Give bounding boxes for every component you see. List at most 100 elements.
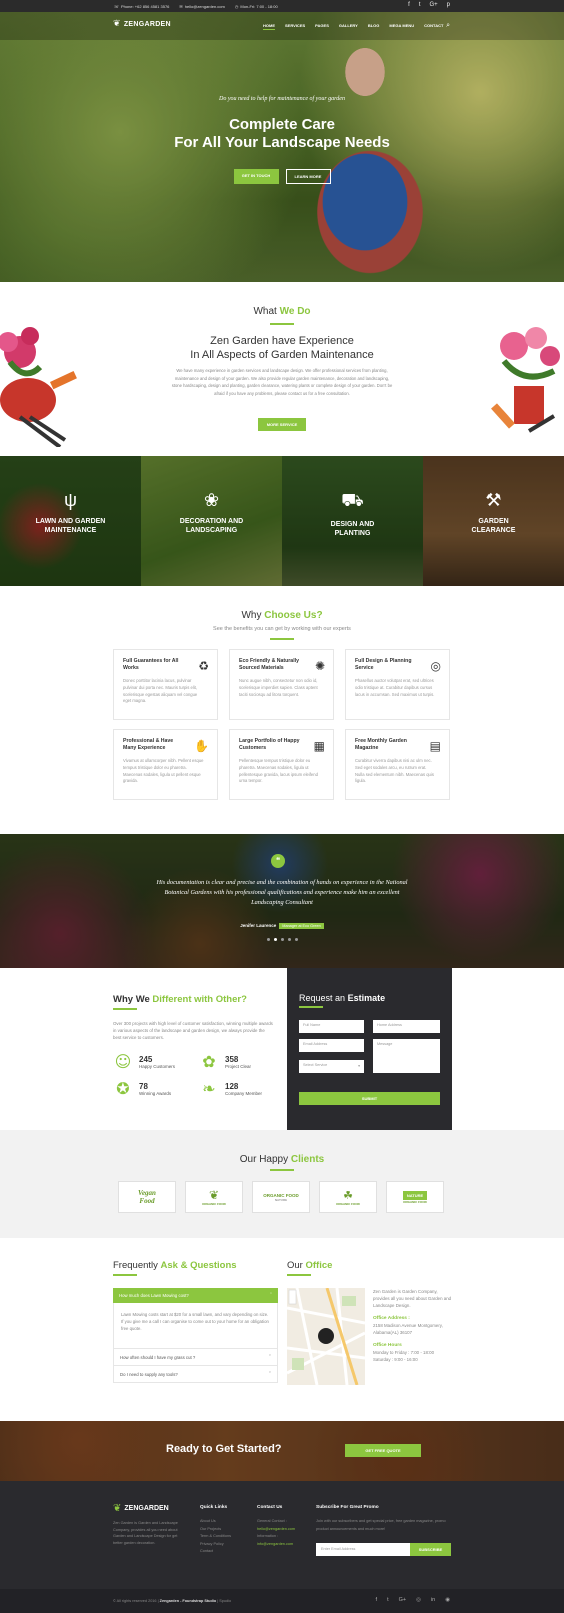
home-address-field[interactable]: Home Address xyxy=(373,1020,440,1033)
client-logo-vegan-food[interactable]: Vegan Food xyxy=(118,1181,176,1213)
faq-question[interactable]: How often should I have my grass cut ? ˅ xyxy=(113,1349,278,1366)
site-logo[interactable]: ❦ ZENGARDEN xyxy=(113,19,171,29)
main-nav: ❦ ZENGARDEN HOME SERVICES PAGES GALLERY … xyxy=(0,12,564,40)
nav-item-contact[interactable]: CONTACT xyxy=(424,23,443,30)
office-title: Our Office xyxy=(287,1260,333,1271)
faq-question[interactable]: Do I need to supply any tools? ˅ xyxy=(113,1366,278,1383)
stat-project-clear: ✿ 358 Project Clear xyxy=(199,1052,285,1071)
facebook-icon[interactable]: f xyxy=(408,2,410,8)
slider-dot[interactable] xyxy=(294,938,298,941)
email-field[interactable]: Email Address xyxy=(299,1039,364,1052)
chevron-up-icon: ˄ xyxy=(269,1293,272,1298)
nav-item-gallery[interactable]: GALLERY xyxy=(339,23,358,30)
quick-links: Quick Links About Us Our Projects Term &… xyxy=(200,1505,231,1556)
more-service-button[interactable]: MORE SERVICE xyxy=(258,418,306,431)
service-garden-clearance[interactable]: ⚒ GARDEN CLEARANCE xyxy=(423,456,564,586)
office-map[interactable] xyxy=(287,1288,365,1385)
recycle-icon: ♻ xyxy=(198,659,209,673)
sprout-icon: ❀ xyxy=(203,490,220,510)
office-hours-label: Office Hours xyxy=(373,1343,402,1348)
section-text: Over 300 projects with high level of cus… xyxy=(113,1021,273,1040)
hero-tagline: Do you need to help for maintenance of y… xyxy=(219,96,345,102)
title-underline xyxy=(270,1169,294,1171)
feature-card: Eco Friendly & Naturally Sourced Materia… xyxy=(229,649,334,720)
title-underline xyxy=(287,1274,311,1276)
newsletter-email-input[interactable]: Enter Email Address xyxy=(316,1543,410,1556)
wheelbarrow-icon: ⛟ xyxy=(341,490,364,510)
service-decoration-landscaping[interactable]: ❀ DECORATION AND LANDSCAPING xyxy=(141,456,282,586)
google-plus-icon[interactable]: G+ xyxy=(399,1597,407,1603)
footer-link-contact[interactable]: Contact xyxy=(200,1548,231,1556)
nav-item-services[interactable]: SERVICES xyxy=(285,23,305,30)
author-role-badge: Manager at Eco Green xyxy=(279,923,324,929)
client-logo-organic-food[interactable]: ❦ ORGANIC FOOD xyxy=(185,1181,243,1213)
copyright: © All rights reserved 2016 | Zengarden -… xyxy=(113,1599,232,1603)
faq-accordion: How much does Lawn Mowing cost? ˄ Lawn Mo… xyxy=(113,1288,278,1383)
nav-item-pages[interactable]: PAGES xyxy=(315,23,329,30)
twitter-icon[interactable]: t xyxy=(387,1597,389,1603)
client-logo-organic-food-nature[interactable]: ORGANIC FOOD NATURE xyxy=(252,1181,310,1213)
nav-item-blog[interactable]: BLOG xyxy=(368,23,380,30)
chevron-down-icon: ˅ xyxy=(268,1372,271,1377)
service-select[interactable]: Select Service ▾ xyxy=(299,1060,364,1073)
submit-button[interactable]: SUBMIT xyxy=(299,1092,440,1105)
search-icon[interactable]: ⌕ xyxy=(446,21,450,30)
footer-link-terms[interactable]: Term & Conditions xyxy=(200,1533,231,1541)
feature-card: Free Monthly Garden Magazine Curabitur vi… xyxy=(345,729,450,800)
feature-card: Full Design & Planning Service Phasellus … xyxy=(345,649,450,720)
get-free-quote-button[interactable]: GET FREE QUOTE xyxy=(345,1444,421,1457)
section-title: Why Choose Us? xyxy=(241,610,323,621)
lotus-icon: ❦ xyxy=(113,1503,122,1514)
flower-icon: ✿ xyxy=(202,1052,216,1071)
hero-title: Complete Care For All Your Landscape Nee… xyxy=(174,116,390,151)
handshake-icon: ☺ xyxy=(114,1052,132,1071)
footer-link-privacy[interactable]: Privacy Policy xyxy=(200,1541,231,1549)
stat-winning-awards: ✪ 78 Winning Awards xyxy=(113,1079,199,1098)
pinterest-icon[interactable]: p xyxy=(447,2,450,8)
faq-title: Frequently Ask & Questions xyxy=(113,1260,237,1271)
service-lawn-maintenance[interactable]: ψ LAWN AND GARDEN MAINTENANCE xyxy=(0,456,141,586)
faq-answer: Lawn Mowing costs start at $20 for a sma… xyxy=(113,1303,278,1349)
slider-dot[interactable] xyxy=(287,938,291,941)
service-design-planting[interactable]: ⛟ DESIGN AND PLANTING xyxy=(282,456,423,586)
title-underline xyxy=(113,1008,137,1010)
feature-card: Full Guarantees for All Works Donec portt… xyxy=(113,649,218,720)
learn-more-button[interactable]: LEARN MORE xyxy=(285,169,331,184)
chevron-down-icon: ˅ xyxy=(268,1355,271,1360)
newsletter-form: Enter Email Address SUBSCRIBE xyxy=(316,1543,451,1556)
google-plus-icon[interactable]: G+ xyxy=(429,2,437,8)
instagram-icon[interactable]: ◎ xyxy=(416,1597,421,1603)
message-field[interactable]: Message xyxy=(373,1039,440,1073)
map-graphic xyxy=(287,1288,365,1385)
faq-question-open[interactable]: How much does Lawn Mowing cost? ˄ xyxy=(113,1288,278,1303)
linkedin-icon[interactable]: in xyxy=(431,1597,435,1603)
award-icon: ✪ xyxy=(116,1079,130,1098)
footer-link-projects[interactable]: Our Projects xyxy=(200,1526,231,1534)
nav-menu: HOME SERVICES PAGES GALLERY BLOG MEGA ME… xyxy=(263,23,443,30)
twitter-icon[interactable]: t xyxy=(419,2,421,8)
facebook-icon[interactable]: f xyxy=(376,1597,378,1603)
email-info[interactable]: ✉ hello@zengarden.com xyxy=(179,4,224,9)
get-in-touch-button[interactable]: GET IN TOUCH xyxy=(233,169,279,184)
full-name-field[interactable]: Full Name xyxy=(299,1020,364,1033)
slider-dot-active[interactable] xyxy=(273,938,277,941)
client-logo-nature[interactable]: NATURE ORGANIC FOOD xyxy=(386,1181,444,1213)
book-icon: ▤ xyxy=(429,739,441,753)
title-underline xyxy=(299,1006,323,1008)
subscribe-button[interactable]: SUBSCRIBE xyxy=(410,1543,451,1556)
slider-dot[interactable] xyxy=(280,938,284,941)
slider-dot[interactable] xyxy=(266,938,270,941)
handshake-icon: ✋ xyxy=(194,739,209,753)
dribbble-icon[interactable]: ◉ xyxy=(445,1597,450,1603)
nav-item-mega-menu[interactable]: MEGA MENU xyxy=(389,23,414,30)
section-heading: Zen Garden have Experience In All Aspects… xyxy=(190,335,374,361)
client-logo-organic-badge[interactable]: ☘ ORGANIC FOOD xyxy=(319,1181,377,1213)
tools-icon: ⚒ xyxy=(485,490,502,510)
footer-info-email[interactable]: info@zengarden.com xyxy=(257,1542,293,1546)
footer-logo[interactable]: ❦ ZENGARDEN xyxy=(113,1503,169,1514)
nav-item-home[interactable]: HOME xyxy=(263,23,275,30)
title-underline xyxy=(270,323,294,325)
cta-text: Ready to Get Started? xyxy=(166,1443,282,1455)
footer-link-about[interactable]: About Us xyxy=(200,1518,231,1526)
footer-general-email[interactable]: hello@zengarden.com xyxy=(257,1527,295,1531)
